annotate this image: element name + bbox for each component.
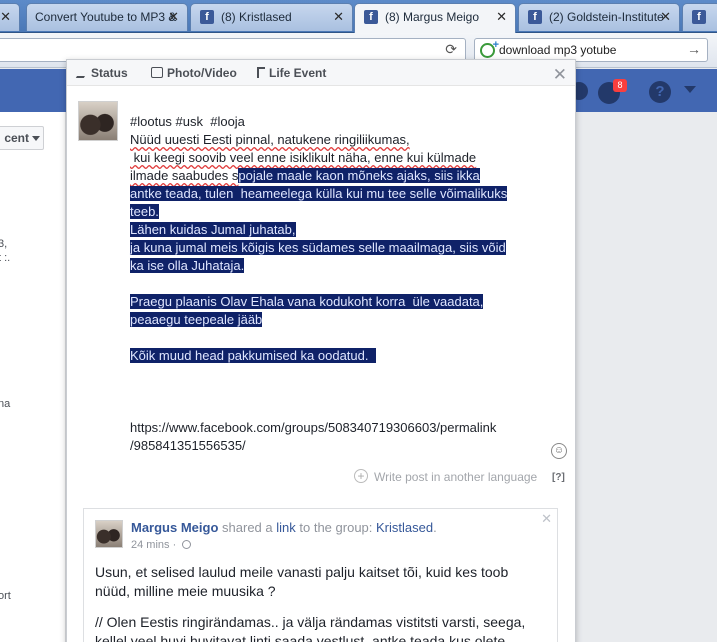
search-go-icon[interactable]: →: [687, 41, 701, 57]
post-text-area[interactable]: #lootus #usk #looja Nüüd uuesti Eesti pin…: [130, 113, 550, 365]
post-text-line: peaaegu teepeale jääb: [130, 311, 550, 329]
post-text-line: Nüüd uuesti Eesti pinnal, natukene ringi…: [130, 131, 550, 149]
post-timestamp[interactable]: 24 mins: [131, 539, 170, 551]
selected-text-segment: teeb.: [130, 204, 159, 219]
tab-photo-video[interactable]: Photo/Video: [151, 66, 237, 80]
translate-post-link[interactable]: Write post in another language: [374, 470, 537, 484]
tab-status[interactable]: Status: [75, 66, 128, 80]
translate-help-link[interactable]: [?]: [552, 472, 565, 483]
shared-post-preview: ✕ Margus Meigo shared a link to the grou…: [83, 508, 558, 642]
post-text-line: antke teada, tulen heameelega külla kui …: [130, 185, 550, 203]
post-text-line: ilmade saabudes spojale maale kaon mõnek…: [130, 167, 550, 185]
pencil-icon: [75, 67, 91, 78]
close-tab-icon[interactable]: ✕: [0, 4, 11, 30]
chevron-down-icon: [32, 136, 40, 141]
shared-post-header: Margus Meigo shared a link to the group:…: [131, 520, 437, 535]
add-icon[interactable]: +: [354, 469, 368, 483]
post-composer-dialog: Status Photo/Video Life Event ✕ #lootus …: [66, 59, 576, 642]
left-column: [0, 112, 66, 642]
close-icon[interactable]: ✕: [553, 66, 567, 83]
composer-tabs: Status Photo/Video Life Event: [67, 60, 575, 86]
close-tab-icon[interactable]: ✕: [660, 4, 671, 30]
sort-dropdown-button[interactable]: cent: [0, 126, 44, 150]
sort-dropdown-label: cent: [4, 131, 29, 145]
browser-tab[interactable]: f (8) Kristlased ✕: [190, 3, 353, 31]
flag-icon: [257, 67, 265, 78]
close-tab-icon[interactable]: ✕: [168, 4, 179, 30]
avatar: [95, 520, 123, 548]
feed-text-fragment: 3,: [0, 238, 8, 250]
text-segment: Nüüd uuesti Eesti pinnal, natukene ringi…: [130, 132, 410, 147]
feed-text-fragment: ort: [0, 590, 11, 602]
right-column: [576, 112, 717, 642]
post-paragraph: // Olen Eestis ringirändamas.. ja välja …: [95, 614, 526, 642]
shared-post-body: Usun, et selised laulud meile vanasti pa…: [95, 563, 545, 642]
tab-title: (2) Goldstein-Institute: [549, 10, 664, 24]
emoji-icon[interactable]: ☺: [551, 443, 567, 459]
browser-tab-strip: ✕ Convert Youtube to MP3 & ✕ f (8) Krist…: [0, 0, 717, 33]
camera-icon: [151, 67, 163, 78]
browser-tab[interactable]: f (2) Goldstein-Institute ✕: [518, 3, 680, 31]
reload-icon[interactable]: ⟳: [445, 41, 457, 58]
post-text-line: [130, 329, 550, 347]
browser-tab[interactable]: f: [682, 3, 717, 31]
post-text-line: teeb.: [130, 203, 550, 221]
shared-link[interactable]: link: [276, 520, 296, 535]
facebook-icon: f: [364, 10, 378, 24]
remove-preview-icon[interactable]: ✕: [541, 511, 552, 527]
help-icon[interactable]: ?: [649, 81, 671, 103]
post-text-line: kui keegi soovib veel enne isiklikult nä…: [130, 149, 550, 167]
tab-label: Photo/Video: [167, 66, 237, 80]
selected-text-segment: antke teada, tulen heameelega külla kui …: [130, 186, 508, 201]
facebook-icon: f: [200, 10, 214, 24]
feed-text-fragment: na: [0, 398, 11, 410]
avatar: [78, 101, 118, 141]
close-tab-icon[interactable]: ✕: [333, 4, 344, 30]
tab-life-event[interactable]: Life Event: [257, 66, 326, 80]
browser-tab[interactable]: Convert Youtube to MP3 & ✕: [26, 3, 188, 31]
search-input[interactable]: download mp3 yotube: [499, 43, 616, 57]
selected-text-segment: ka ise olla Juhataja.: [130, 258, 245, 273]
post-text-line: Kõik muud head pakkumised ka oodatud.: [130, 347, 550, 365]
post-text-line: ka ise olla Juhataja.: [130, 257, 550, 275]
post-text-line: [130, 275, 550, 293]
selected-text-segment: peaaegu teepeale jääb: [130, 312, 263, 327]
browser-tab-active[interactable]: f (8) Margus Meigo ✕: [354, 3, 516, 33]
post-paragraph: Usun, et selised laulud meile vanasti pa…: [95, 564, 509, 599]
feed-text-fragment: t :.: [0, 252, 11, 264]
post-text-line: #lootus #usk #looja: [130, 113, 550, 131]
search-engine-icon[interactable]: [480, 39, 499, 58]
selected-text-segment: Praegu plaanis Olav Ehala vana kodukoht …: [130, 294, 484, 309]
post-url-text: https://www.facebook.com/groups/50834071…: [130, 420, 497, 453]
facebook-icon: f: [528, 10, 542, 24]
globe-icon: [182, 540, 192, 549]
text-segment: kui keegi soovib veel enne isiklikult nä…: [130, 150, 477, 165]
close-tab-icon[interactable]: ✕: [496, 4, 507, 30]
post-meta: 24 mins ·: [131, 539, 192, 551]
shared-verb-text: shared a: [222, 520, 273, 535]
selected-text-segment: pojale maale kaon mõneks ajaks, siis ikk…: [238, 168, 480, 183]
group-name-link[interactable]: Kristlased: [376, 520, 433, 535]
tab-title: (8) Margus Meigo: [385, 10, 480, 24]
post-text-line: ja kuna jumal meis kõigis kes südames se…: [130, 239, 550, 257]
tab-title: Convert Youtube to MP3 &: [35, 10, 177, 24]
notification-badge: 8: [613, 79, 627, 92]
account-menu-caret-icon[interactable]: [684, 86, 696, 93]
text-segment: #lootus #usk #looja: [130, 114, 245, 129]
facebook-icon: f: [692, 10, 706, 24]
selected-text-segment: Kõik muud head pakkumised ka oodatud.: [130, 348, 376, 363]
selected-text-segment: Lähen kuidas Jumal juhatab,: [130, 222, 296, 237]
text-segment: ilmade saabudes s: [130, 168, 239, 183]
browser-tab[interactable]: ✕: [0, 3, 20, 31]
tab-label: Life Event: [269, 66, 327, 80]
tab-title: (8) Kristlased: [221, 10, 292, 24]
tab-label: Status: [91, 66, 128, 80]
post-text-line: Lähen kuidas Jumal juhatab,: [130, 221, 550, 239]
header-period: .: [433, 520, 437, 535]
author-name-link[interactable]: Margus Meigo: [131, 520, 218, 535]
selected-text-segment: ja kuna jumal meis kõigis kes südames se…: [130, 240, 506, 255]
to-group-text: to the group:: [299, 520, 373, 535]
post-text-line: Praegu plaanis Olav Ehala vana kodukoht …: [130, 293, 550, 311]
